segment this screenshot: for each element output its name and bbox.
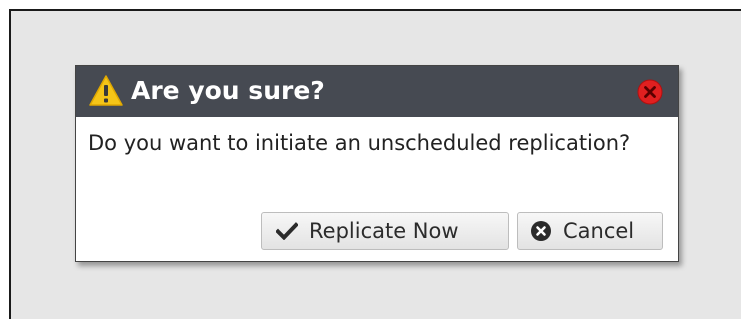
confirm-dialog: Are you sure? Do you want to initiate an…	[75, 65, 679, 262]
dialog-message: Do you want to initiate an unscheduled r…	[88, 131, 631, 155]
replicate-now-button[interactable]: Replicate Now	[261, 212, 509, 250]
checkmark-icon	[276, 222, 298, 240]
close-icon[interactable]	[637, 79, 663, 105]
cancel-button[interactable]: Cancel	[517, 212, 663, 250]
warning-icon	[89, 75, 123, 106]
dialog-titlebar: Are you sure?	[76, 66, 678, 117]
replicate-now-label: Replicate Now	[309, 219, 459, 243]
cancel-circle-icon	[531, 221, 551, 241]
dialog-title: Are you sure?	[131, 76, 325, 105]
cancel-label: Cancel	[563, 219, 635, 243]
